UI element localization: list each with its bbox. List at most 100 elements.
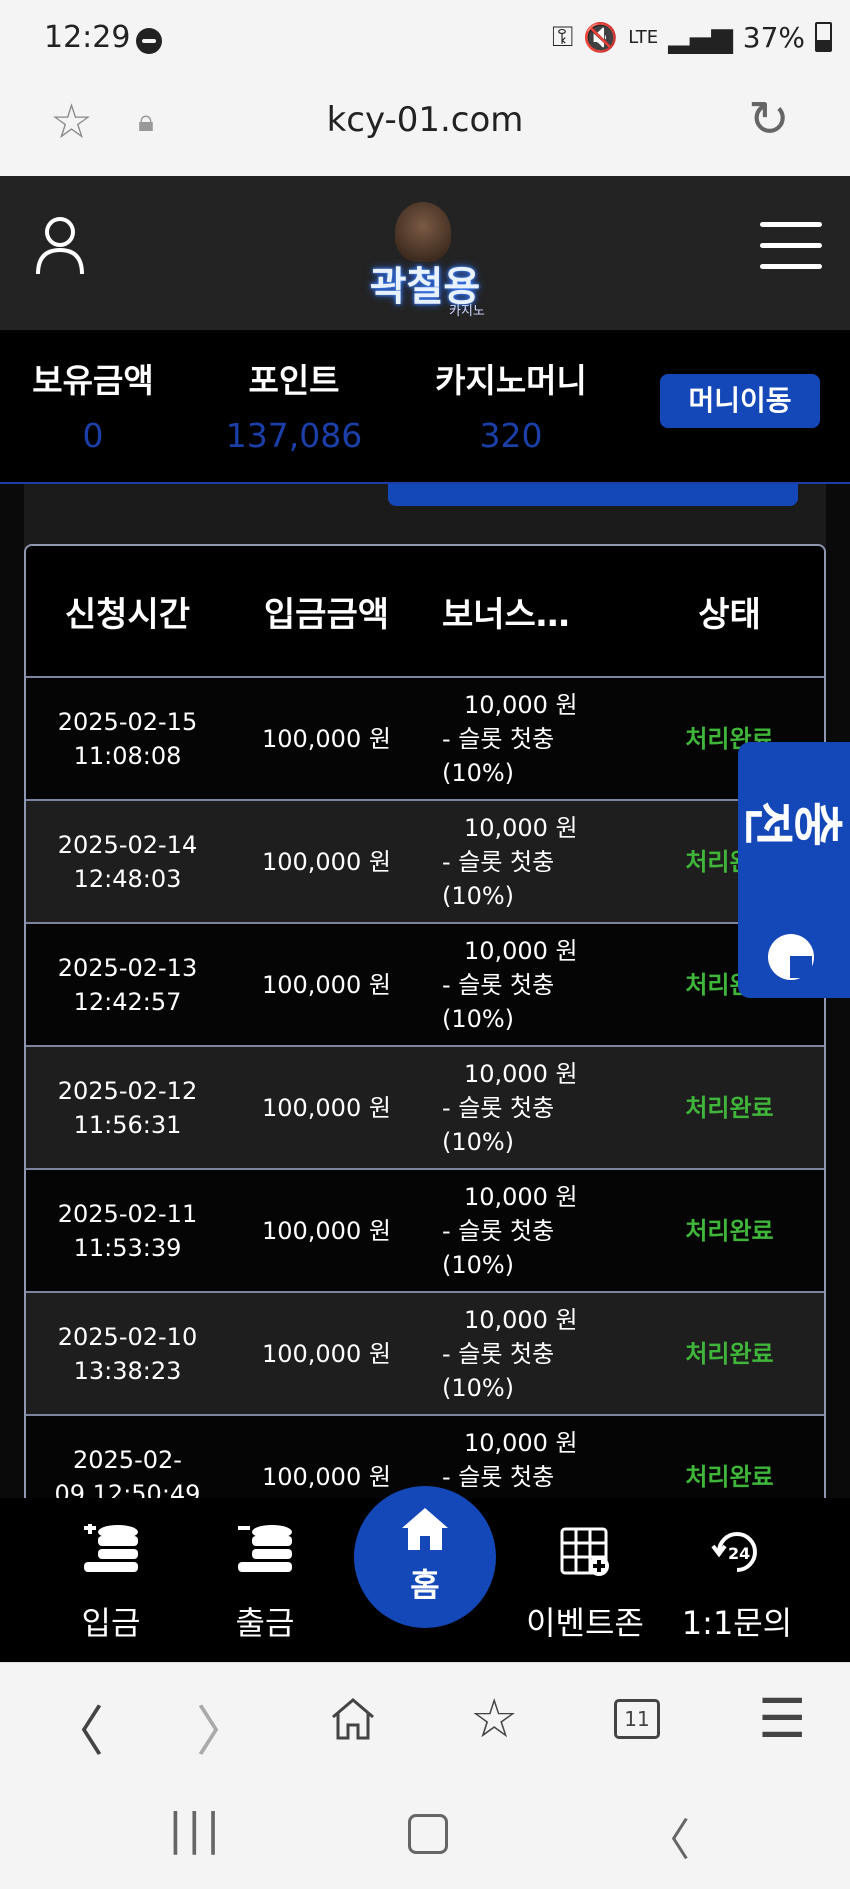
browser-url-bar: ☆ 🔒︎ kcy-01.com ↻	[0, 80, 850, 177]
row-request-time: 2025-02-11 11:53:39	[57, 1199, 198, 1262]
table-row: 2025-02-10 13:38:23 100,000 원 10,000 원 - 슬롯…	[26, 1293, 824, 1416]
deposit-history-panel: 신청시간 입금금액 보너스… 상태 2025-02-15 11:08:08 100…	[24, 484, 826, 1498]
balance-holding: 보유금액 0	[26, 354, 160, 455]
row-request-time: 2025-02-15 11:08:08	[57, 707, 198, 770]
row-bonus-desc: - 슬롯 첫충 (10%)	[441, 1216, 555, 1279]
row-deposit-amount: 100,000 원	[261, 1216, 391, 1245]
nav-event-zone[interactable]: 이벤트존	[510, 1520, 660, 1644]
recent-apps-icon[interactable]: |||	[168, 1804, 224, 1855]
row-deposit-amount: 100,000 원	[261, 1339, 391, 1368]
money-transfer-button[interactable]: 머니이동	[660, 374, 820, 428]
tab-button-edge[interactable]	[388, 484, 798, 506]
svg-text:24: 24	[728, 1544, 750, 1563]
nav-deposit-label: 입금	[81, 1604, 141, 1642]
nav-deposit[interactable]: 입금	[36, 1520, 186, 1644]
browser-toolbar: 〈 〉 ☆ 11 ☰	[0, 1662, 850, 1775]
coins-minus-icon	[190, 1520, 340, 1584]
row-bonus-amount: 10,000 원	[463, 690, 578, 719]
row-bonus-desc: - 슬롯 첫충 (10%)	[441, 1462, 555, 1499]
key-icon: ⚿	[552, 20, 574, 53]
balance-casino-value: 320	[479, 416, 543, 455]
status-icons: ⚿ 🔇 LTE ▂▄▆ 37%	[552, 20, 832, 54]
support-24-icon: 24	[662, 1520, 812, 1584]
system-nav-bar: ||| 〈	[0, 1774, 850, 1889]
event-grid-icon	[510, 1520, 660, 1584]
table-header-row: 신청시간 입금금액 보너스… 상태	[26, 546, 824, 678]
tabs-count-icon[interactable]: 11	[614, 1699, 660, 1739]
row-request-time: 2025-02-14 12:48:03	[57, 830, 198, 893]
table-row: 2025-02-15 11:08:08 100,000 원 10,000 원 - 슬롯…	[26, 678, 824, 801]
balance-points: 포인트 137,086	[216, 354, 372, 455]
row-bonus: 10,000 원 - 슬롯 첫충 (10%)	[424, 688, 635, 790]
row-bonus: 10,000 원 - 슬롯 첫충 (10%)	[424, 811, 635, 913]
row-request-time: 2025-02-13 12:42:57	[57, 953, 198, 1016]
browser-home-icon[interactable]	[330, 1697, 376, 1741]
header-status: 상태	[698, 594, 761, 635]
row-request-time: 2025-02-10 13:38:23	[57, 1322, 198, 1385]
mute-icon: 🔇	[583, 20, 619, 54]
user-icon[interactable]	[34, 214, 86, 276]
browser-menu-icon[interactable]: ☰	[758, 1687, 806, 1750]
row-deposit-amount: 100,000 원	[261, 1462, 391, 1491]
header-request-time: 신청시간	[64, 594, 191, 635]
url-text[interactable]: kcy-01.com	[0, 100, 850, 140]
table-row: 2025-02-14 12:48:03 100,000 원 10,000 원 - 슬롯…	[26, 801, 824, 924]
deposit-history-table: 신청시간 입금금액 보너스… 상태 2025-02-15 11:08:08 100…	[24, 544, 826, 1498]
status-time: 12:29	[44, 20, 131, 55]
row-bonus: 10,000 원 - 슬롯 첫충 (10%)	[424, 1426, 635, 1499]
nav-event-label: 이벤트존	[526, 1604, 644, 1642]
battery-icon	[815, 22, 832, 52]
system-home-icon[interactable]	[408, 1814, 448, 1854]
row-deposit-amount: 100,000 원	[261, 1093, 391, 1122]
reload-icon[interactable]: ↻	[748, 90, 790, 148]
row-bonus-desc: - 슬롯 첫충 (10%)	[441, 1339, 555, 1402]
row-bonus-amount: 10,000 원	[463, 1182, 578, 1211]
floating-charge-label: 충전	[744, 791, 844, 849]
bottom-nav: 입금 출금 홈 이벤트존 24 1:1문의	[0, 1486, 850, 1662]
row-deposit-amount: 100,000 원	[261, 847, 391, 876]
row-bonus-amount: 10,000 원	[463, 1428, 578, 1457]
back-icon[interactable]: 〈	[50, 1687, 104, 1766]
bookmarks-icon[interactable]: ☆	[470, 1687, 518, 1750]
floating-charge-button[interactable]: 충전	[738, 742, 850, 998]
system-status-bar: 12:29 ⚿ 🔇 LTE ▂▄▆ 37%	[0, 0, 850, 80]
system-back-icon[interactable]: 〈	[646, 1804, 690, 1868]
balance-points-value: 137,086	[225, 416, 363, 455]
row-request-time: 2025-02-12 11:56:31	[57, 1076, 198, 1139]
coins-plus-icon	[36, 1520, 186, 1584]
site-logo[interactable]: 곽철용 카지노	[345, 194, 505, 319]
logo-subtext: 카지노	[449, 304, 485, 319]
row-bonus-desc: - 슬롯 첫충 (10%)	[441, 847, 555, 910]
row-bonus-desc: - 슬롯 첫충 (10%)	[441, 724, 555, 787]
row-bonus-amount: 10,000 원	[463, 813, 578, 842]
balance-holding-value: 0	[82, 416, 104, 455]
balance-holding-label: 보유금액	[32, 361, 154, 400]
hamburger-menu-icon[interactable]	[760, 222, 822, 270]
header-deposit-amount: 입금금액	[263, 594, 390, 635]
row-bonus: 10,000 원 - 슬롯 첫충 (10%)	[424, 1303, 635, 1405]
nav-home-button[interactable]: 홈	[354, 1486, 496, 1628]
nav-inquiry[interactable]: 24 1:1문의	[662, 1520, 812, 1644]
row-status: 처리완료	[685, 1339, 774, 1368]
row-deposit-amount: 100,000 원	[261, 970, 391, 999]
nav-home-label: 홈	[410, 1566, 440, 1604]
table-row: 2025-02-13 12:42:57 100,000 원 10,000 원 - 슬롯…	[26, 924, 824, 1047]
nav-withdraw[interactable]: 출금	[190, 1520, 340, 1644]
row-bonus-amount: 10,000 원	[463, 1059, 578, 1088]
header-bonus: 보너스…	[441, 594, 570, 635]
logo-portrait	[395, 202, 451, 262]
row-bonus-amount: 10,000 원	[463, 936, 578, 965]
nav-inquiry-label: 1:1문의	[681, 1604, 793, 1642]
row-bonus: 10,000 원 - 슬롯 첫충 (10%)	[424, 1057, 635, 1159]
row-bonus-desc: - 슬롯 첫충 (10%)	[441, 970, 555, 1033]
forward-icon[interactable]: 〉	[196, 1687, 250, 1766]
row-deposit-amount: 100,000 원	[261, 724, 391, 753]
row-bonus-amount: 10,000 원	[463, 1305, 578, 1334]
site-header: 곽철용 카지노	[0, 176, 850, 330]
balance-bar: 보유금액 0 포인트 137,086 카지노머니 320 머니이동	[0, 330, 850, 484]
nav-withdraw-label: 출금	[235, 1604, 295, 1642]
battery-percent: 37%	[742, 20, 805, 54]
signal-icon: ▂▄▆	[668, 20, 733, 54]
network-type: LTE	[628, 26, 659, 48]
row-bonus: 10,000 원 - 슬롯 첫충 (10%)	[424, 1180, 635, 1282]
